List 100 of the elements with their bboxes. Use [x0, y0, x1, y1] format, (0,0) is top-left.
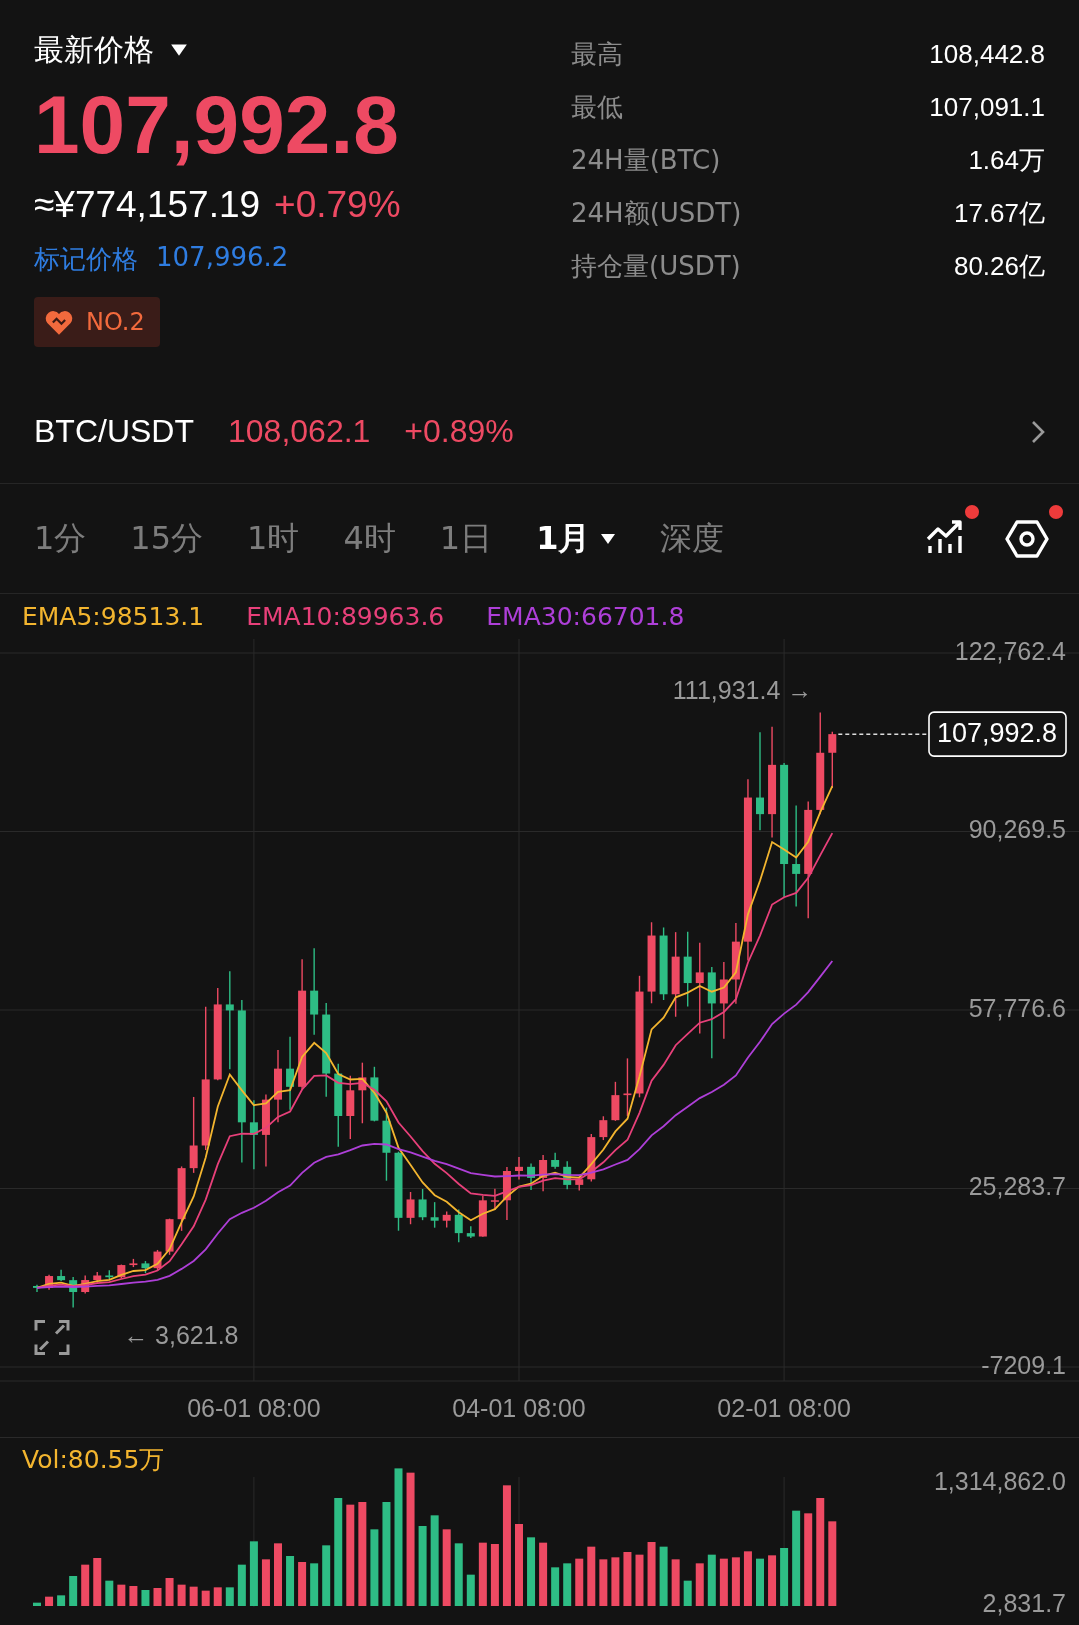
volume-bar	[611, 1557, 620, 1606]
volume-bar	[587, 1546, 596, 1606]
volume-bar	[635, 1554, 644, 1606]
volume-bar	[780, 1548, 789, 1606]
mark-price-label: 标记价格	[34, 243, 138, 276]
volume-bar	[743, 1551, 752, 1606]
stat-value: 17.67亿	[953, 197, 1045, 230]
interval-tab[interactable]: 深度	[660, 516, 725, 561]
volume-bar	[563, 1563, 572, 1606]
candlestick	[69, 1276, 78, 1309]
volume-bar	[274, 1543, 282, 1606]
volume-bar	[756, 1558, 764, 1606]
price-change: +0.79%	[274, 184, 401, 226]
volume-bar	[310, 1563, 319, 1606]
volume-bar	[177, 1584, 186, 1606]
interval-tab[interactable]: 1月	[536, 516, 617, 561]
high-price-label: 111,931.4 →	[672, 676, 813, 705]
settings-icon[interactable]	[1005, 518, 1049, 559]
interval-tab[interactable]: 1日	[439, 516, 493, 561]
expand-icon[interactable]	[34, 1320, 70, 1355]
candlestick	[828, 730, 837, 789]
volume-bar	[189, 1586, 198, 1606]
last-price-tag: 107,992.8	[928, 711, 1067, 757]
interval-tab[interactable]: 1时	[247, 516, 300, 561]
volume-bar	[647, 1542, 656, 1606]
volume-bar	[695, 1563, 704, 1606]
stat-value: 80.26亿	[953, 250, 1045, 283]
stat-value: 108,442.8	[929, 39, 1045, 70]
candlestick	[466, 1225, 475, 1239]
volume-bar	[165, 1578, 174, 1606]
caret-icon	[600, 532, 617, 545]
stat-label: 最高	[571, 38, 623, 71]
price-axis-label: 90,269.5	[968, 815, 1066, 844]
stat-label: 最低	[571, 91, 623, 124]
volume-bar	[551, 1567, 560, 1606]
spot-price: 108,062.1	[228, 413, 371, 450]
ema-legend: EMA30:66701.8	[486, 602, 685, 631]
candlestick	[515, 1156, 523, 1181]
candlestick	[527, 1162, 536, 1191]
volume-bar	[599, 1559, 608, 1606]
volume-bar	[117, 1584, 126, 1606]
spot-pair-row[interactable]: BTC/USDT 108,062.1 +0.89%	[0, 380, 1079, 484]
volume-bar	[57, 1595, 66, 1606]
candlestick	[105, 1269, 114, 1280]
volume-bar	[490, 1544, 499, 1606]
mark-price: 107,996.2	[156, 242, 289, 274]
pair-name: BTC/USDT	[34, 413, 194, 450]
candlestick	[45, 1274, 54, 1291]
candlestick	[478, 1195, 487, 1238]
candlestick	[406, 1191, 415, 1225]
candlestick	[490, 1188, 499, 1211]
volume-bar	[683, 1580, 692, 1606]
volume-bar	[129, 1586, 138, 1606]
stat-value: 107,091.1	[929, 92, 1045, 123]
candlestick	[177, 1165, 186, 1232]
candlestick	[81, 1274, 90, 1295]
volume-bar	[286, 1556, 295, 1606]
time-axis-label: 06-01 08:00	[187, 1393, 321, 1422]
rank-badge: NO.2	[34, 297, 160, 347]
candlestick	[153, 1249, 162, 1271]
volume-bar	[478, 1542, 487, 1606]
time-axis-label: 02-01 08:00	[717, 1393, 851, 1422]
volume-bar	[322, 1545, 331, 1606]
volume-bar	[69, 1576, 78, 1606]
caret-icon[interactable]	[170, 43, 188, 57]
indicator-chart-icon[interactable]	[925, 518, 965, 555]
candlestick	[117, 1263, 126, 1280]
stat-label: 持仓量(USDT)	[571, 250, 741, 283]
candlestick	[551, 1152, 560, 1170]
interval-tab[interactable]: 1分	[34, 516, 87, 561]
volume-bar	[768, 1555, 777, 1606]
spot-change: +0.89%	[404, 413, 514, 450]
time-axis-label: 04-01 08:00	[452, 1393, 586, 1422]
stat-value: 1.64万	[968, 144, 1045, 177]
candlestick	[563, 1160, 572, 1190]
candlestick	[442, 1210, 451, 1229]
candlestick	[539, 1154, 548, 1192]
price-axis-label: 122,762.4	[954, 639, 1066, 665]
volume-bar	[225, 1587, 234, 1606]
volume-bar	[623, 1552, 632, 1606]
price-axis-label: 25,283.7	[968, 1172, 1066, 1201]
volume-bar	[466, 1574, 475, 1606]
price-title[interactable]: 最新价格	[34, 29, 154, 71]
interval-tab[interactable]: 4时	[343, 516, 396, 561]
stat-label: 24H额(USDT)	[571, 197, 742, 230]
volume-bar	[105, 1580, 114, 1606]
volume-bar	[153, 1588, 162, 1606]
chevron-right-icon	[1031, 419, 1045, 444]
candlestick	[346, 1075, 355, 1140]
volume-bar	[141, 1590, 150, 1606]
volume-bar	[81, 1564, 90, 1606]
last-price: 107,992.8	[34, 84, 400, 166]
ema-legend: EMA10:89963.6	[246, 602, 445, 631]
candlestick	[430, 1201, 439, 1229]
volume-bar	[33, 1602, 41, 1606]
interval-tab[interactable]: 15分	[130, 516, 204, 561]
candlestick	[249, 1099, 258, 1170]
volume-bar	[454, 1543, 463, 1606]
candlestick	[141, 1260, 150, 1274]
volume-bar	[249, 1541, 258, 1606]
